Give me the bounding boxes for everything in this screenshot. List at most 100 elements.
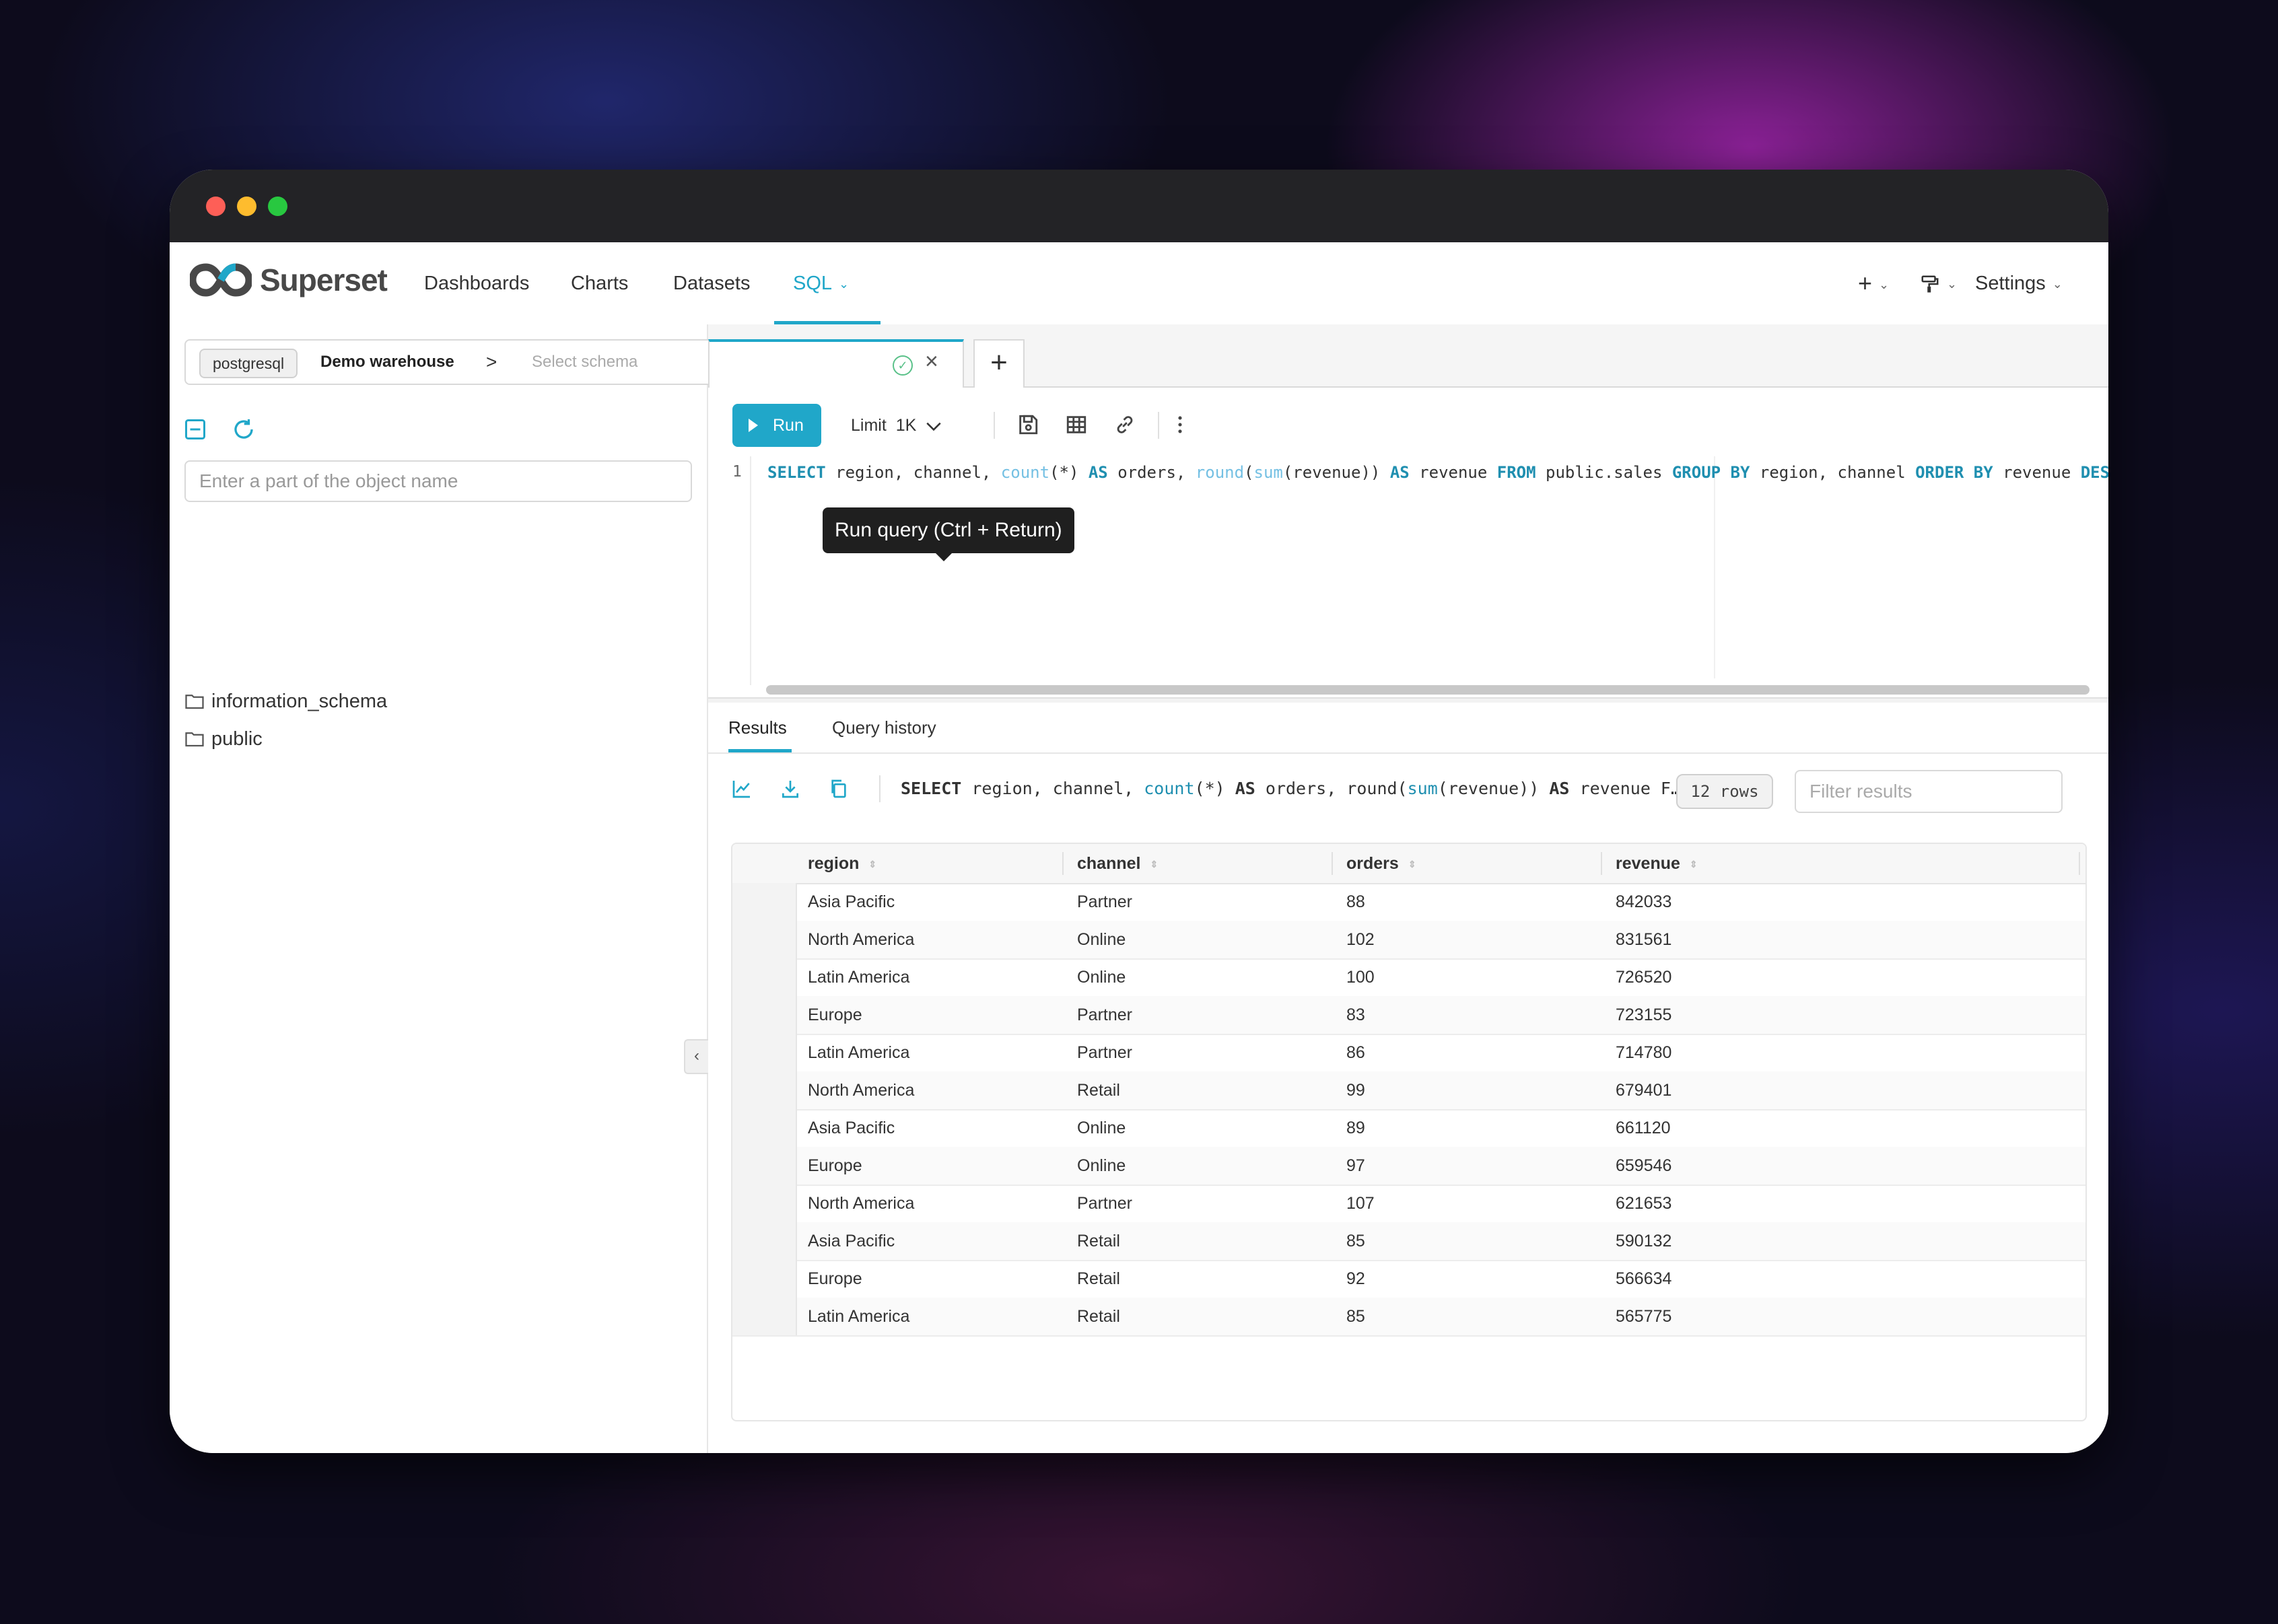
row-index-cell — [732, 1109, 797, 1147]
table-row[interactable]: North America Online 102 831561 — [732, 921, 2085, 960]
sort-icon[interactable]: ⇕ — [868, 859, 876, 869]
copy-icon[interactable] — [828, 778, 850, 800]
tab-results[interactable]: Results — [728, 703, 787, 752]
column-resizer[interactable] — [2079, 852, 2080, 875]
link-icon[interactable] — [1113, 413, 1136, 436]
database-selector[interactable]: postgresql Demo warehouse > Select schem… — [184, 339, 726, 385]
table-row[interactable]: Latin America Online 100 726520 — [732, 958, 2085, 997]
cell-revenue: 566634 — [1616, 1269, 1672, 1288]
add-tab-button[interactable]: + — [973, 339, 1025, 388]
sort-icon[interactable]: ⇕ — [1690, 859, 1698, 869]
top-navbar: Superset Dashboards Charts Datasets SQL ⌄… — [170, 242, 2108, 326]
line-chart-icon[interactable] — [731, 778, 753, 800]
table-row[interactable]: Latin America Partner 86 714780 — [732, 1034, 2085, 1073]
table-row[interactable]: Asia Pacific Retail 85 590132 — [732, 1222, 2085, 1261]
collapse-all-icon[interactable] — [183, 417, 207, 442]
code-token: GROUP BY — [1671, 463, 1750, 482]
cell-revenue: 726520 — [1616, 968, 1672, 987]
more-vertical-icon[interactable] — [1169, 413, 1192, 436]
schema-item-public[interactable]: public — [184, 726, 263, 752]
pane-splitter[interactable] — [708, 697, 2108, 703]
run-button[interactable]: Run — [732, 404, 821, 447]
limit-dropdown[interactable]: Limit 1K — [851, 404, 942, 447]
nav-charts[interactable]: Charts — [571, 242, 628, 324]
table-icon[interactable] — [1065, 413, 1088, 436]
collapse-panel-handle[interactable]: ‹ — [684, 1039, 708, 1074]
nav-datasets[interactable]: Datasets — [673, 242, 750, 324]
close-window-button[interactable] — [206, 197, 226, 216]
column-header-channel[interactable]: channel ⇕ — [1077, 844, 1158, 883]
plus-icon: + — [1858, 269, 1873, 297]
chevron-right-icon: > — [486, 351, 497, 372]
editor-toolbar: Run Limit 1K — [708, 386, 2108, 456]
schema-select[interactable]: Select schema — [532, 341, 637, 384]
cell-orders: 85 — [1346, 1232, 1365, 1250]
table-row[interactable]: Europe Retail 92 566634 — [732, 1260, 2085, 1299]
sql-preview-token: (revenue)) — [1437, 779, 1550, 798]
code-token: count — [1000, 463, 1050, 482]
executed-sql-preview[interactable]: SELECT region, channel, count(*) AS orde… — [901, 775, 1682, 802]
table-row[interactable]: Asia Pacific Partner 88 842033 — [732, 883, 2085, 922]
cell-channel: Online — [1077, 930, 1126, 949]
table-row[interactable]: Latin America Retail 85 565775 — [732, 1298, 2085, 1337]
cell-region: North America — [808, 1081, 915, 1100]
limit-value: 1K — [895, 416, 917, 435]
row-index-cell — [732, 1260, 797, 1298]
object-search-input[interactable] — [184, 460, 692, 502]
column-resizer[interactable] — [1601, 852, 1602, 875]
cell-region: Europe — [808, 1269, 862, 1288]
column-header-orders[interactable]: orders ⇕ — [1346, 844, 1416, 883]
editor-horizontal-scrollbar[interactable] — [766, 685, 2090, 695]
column-resizer[interactable] — [1332, 852, 1333, 875]
sort-icon[interactable]: ⇕ — [1408, 859, 1416, 869]
editor-gutter — [708, 456, 751, 685]
row-index-cell — [732, 996, 797, 1034]
theme-menu-button[interactable]: ⌄ — [1920, 242, 1957, 324]
column-header-region[interactable]: region ⇕ — [808, 844, 876, 883]
tab-query-history[interactable]: Query history — [832, 703, 936, 752]
limit-label: Limit — [851, 416, 887, 435]
query-tab-active[interactable]: ✓ × — [708, 339, 964, 388]
toolbar-divider — [994, 412, 995, 439]
refresh-icon[interactable] — [232, 417, 256, 442]
table-row[interactable]: North America Retail 99 679401 — [732, 1071, 2085, 1110]
cell-channel: Online — [1077, 1156, 1126, 1175]
cell-revenue: 842033 — [1616, 892, 1672, 911]
minimize-window-button[interactable] — [237, 197, 256, 216]
sort-icon[interactable]: ⇕ — [1150, 859, 1158, 869]
download-icon[interactable] — [780, 778, 801, 800]
cell-orders: 97 — [1346, 1156, 1365, 1175]
table-row[interactable]: Europe Online 97 659546 — [732, 1147, 2085, 1186]
cell-region: Asia Pacific — [808, 892, 895, 911]
schema-browser: postgresql Demo warehouse > Select schem… — [170, 324, 726, 1453]
run-label: Run — [773, 416, 804, 435]
sql-lab-main: ✓ × + Run Limit 1K 1 SELECT region, chan… — [708, 324, 2108, 1453]
row-index-cell — [732, 958, 797, 996]
new-item-button[interactable]: + ⌄ — [1858, 242, 1889, 324]
nav-sql[interactable]: SQL ⌄ — [793, 242, 849, 324]
table-row[interactable]: Europe Partner 83 723155 — [732, 996, 2085, 1035]
table-row[interactable]: North America Partner 107 621653 — [732, 1185, 2085, 1224]
paint-roller-icon — [1921, 275, 1939, 293]
nav-dashboards[interactable]: Dashboards — [424, 242, 529, 324]
superset-logo[interactable]: Superset — [190, 260, 388, 300]
column-header-revenue[interactable]: revenue ⇕ — [1616, 844, 1698, 883]
table-row[interactable]: Asia Pacific Online 89 661120 — [732, 1109, 2085, 1148]
schema-item-information-schema[interactable]: information_schema — [184, 688, 387, 715]
settings-menu[interactable]: Settings ⌄ — [1975, 242, 2063, 324]
save-icon[interactable] — [1016, 413, 1039, 436]
print-margin — [1714, 456, 1715, 678]
code-token: SELECT — [767, 463, 826, 482]
filter-results-input[interactable] — [1795, 770, 2063, 813]
code-token: orders, — [1107, 463, 1196, 482]
code-token: revenue — [1409, 463, 1497, 482]
results-grid: region ⇕ channel ⇕ orders ⇕ revenue ⇕ Asia P… — [731, 843, 2087, 1421]
column-resizer[interactable] — [1062, 852, 1064, 875]
play-icon — [749, 419, 758, 432]
sql-editor[interactable]: 1 SELECT region, channel, count(*) AS or… — [708, 456, 2108, 697]
row-index-cell — [732, 1185, 797, 1222]
close-tab-icon[interactable]: × — [925, 349, 938, 375]
cell-revenue: 565775 — [1616, 1307, 1672, 1326]
maximize-window-button[interactable] — [268, 197, 287, 216]
column-header-label: channel — [1077, 854, 1141, 873]
